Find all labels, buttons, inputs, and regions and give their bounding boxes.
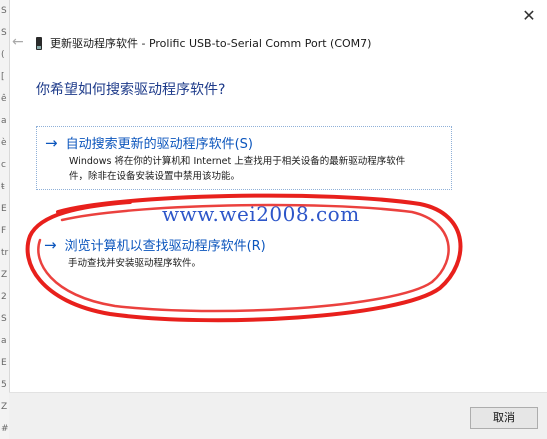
background-strip-glyph: Z xyxy=(1,270,8,280)
option-auto-search-label: 自动搜索更新的驱动程序软件(S) xyxy=(65,137,253,152)
description-line: 件，除非在设备安装设置中禁用该功能。 xyxy=(69,171,241,182)
close-button[interactable]: ✕ xyxy=(519,6,539,26)
background-strip-glyph: S xyxy=(1,6,7,16)
background-strip-glyph: 5 xyxy=(1,380,7,390)
option-auto-search-title[interactable]: → 自动搜索更新的驱动程序软件(S) xyxy=(45,133,443,153)
watermark-text: www.wei2008.com xyxy=(162,202,360,226)
background-strip-glyph: 2 xyxy=(1,292,7,302)
cancel-button[interactable]: 取消 xyxy=(470,407,538,429)
background-strip-glyph: a xyxy=(1,336,7,346)
option-browse-computer-description: 手动查找并安装驱动程序软件。 xyxy=(68,256,444,271)
option-auto-search[interactable]: → 自动搜索更新的驱动程序软件(S) Windows 将在你的计算机和 Inte… xyxy=(36,126,452,190)
background-strip-glyph: # xyxy=(1,424,9,434)
background-strip-glyph: c xyxy=(1,160,6,170)
dialog-title: 更新驱动程序软件 - Prolific USB-to-Serial Comm P… xyxy=(50,37,372,50)
background-strip-glyph: E xyxy=(1,358,7,368)
background-strip-glyph: F xyxy=(1,226,7,236)
background-strip-glyph: a xyxy=(1,116,7,126)
background-strip-glyph: E xyxy=(1,204,7,214)
background-strip-glyph: S xyxy=(1,28,7,38)
background-strip-glyph: ê xyxy=(1,94,7,104)
background-strip-glyph: ŧ xyxy=(1,182,5,192)
background-strip-glyph: tr xyxy=(1,248,9,258)
option-auto-search-description: Windows 将在你的计算机和 Internet 上查找用于相关设备的最新驱动… xyxy=(69,154,443,184)
background-strip-glyph: Z xyxy=(1,402,8,412)
dialog-footer: 取消 xyxy=(9,392,547,439)
background-strip-glyph: [ xyxy=(1,72,5,82)
arrow-right-icon: → xyxy=(44,235,57,254)
background-window-strip: S S ( [ ê a è c ŧ E Ftr Z 2 Sa E 5 Z # xyxy=(0,0,10,439)
option-browse-computer-title[interactable]: → 浏览计算机以查找驱动程序软件(R) xyxy=(44,235,444,255)
option-browse-computer[interactable]: → 浏览计算机以查找驱动程序软件(R) 手动查找并安装驱动程序软件。 xyxy=(36,229,452,277)
description-line: 手动查找并安装驱动程序软件。 xyxy=(68,258,202,269)
close-icon: ✕ xyxy=(522,6,536,25)
option-browse-computer-label: 浏览计算机以查找驱动程序软件(R) xyxy=(64,239,266,254)
background-strip-glyph: ( xyxy=(1,50,5,60)
arrow-right-icon: → xyxy=(45,133,58,152)
background-strip-glyph: S xyxy=(1,314,7,324)
usb-device-icon xyxy=(36,36,42,50)
dialog-title-row: 更新驱动程序软件 - Prolific USB-to-Serial Comm P… xyxy=(36,35,371,51)
page-question: 你希望如何搜索驱动程序软件? xyxy=(36,82,226,98)
description-line: Windows 将在你的计算机和 Internet 上查找用于相关设备的最新驱动… xyxy=(69,156,406,167)
back-arrow-icon: ← xyxy=(12,34,24,50)
background-strip-glyph: è xyxy=(1,138,7,148)
back-button[interactable]: ← xyxy=(12,34,24,50)
